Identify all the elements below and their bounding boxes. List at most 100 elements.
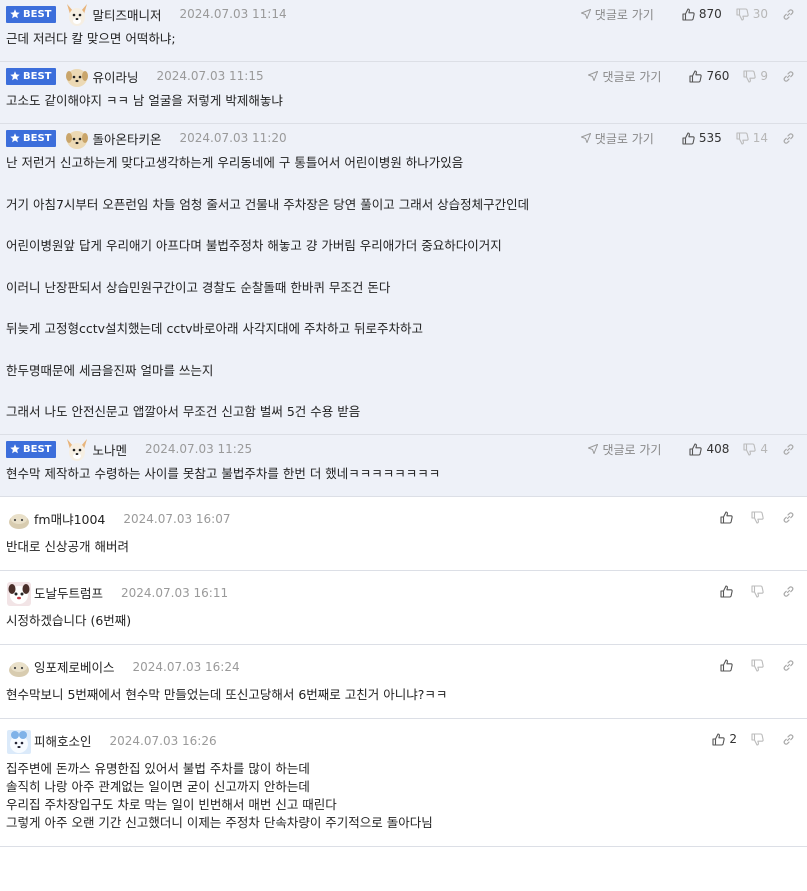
downvote-button[interactable] bbox=[751, 732, 768, 746]
star-icon bbox=[10, 9, 23, 19]
copy-link-button[interactable] bbox=[782, 585, 795, 598]
upvote-button[interactable] bbox=[720, 658, 737, 672]
copy-link-button[interactable] bbox=[782, 8, 795, 21]
upvote-button[interactable]: 535 bbox=[682, 131, 722, 145]
star-icon bbox=[10, 133, 23, 143]
author-nickname[interactable]: 돌아온타키온 bbox=[92, 129, 161, 148]
comment-date: 2024.07.03 16:26 bbox=[109, 733, 217, 748]
go-to-reply-link[interactable]: 댓글로 가기 bbox=[588, 441, 661, 458]
downvote-count: 30 bbox=[752, 7, 768, 21]
downvote-button[interactable] bbox=[751, 510, 768, 524]
upvote-button[interactable]: 760 bbox=[689, 69, 729, 83]
copy-link-button[interactable] bbox=[782, 733, 795, 746]
comment-body: 집주변에 돈까스 유명한집 있어서 불법 주차를 많이 하는데 솔직히 나랑 아주… bbox=[6, 756, 801, 846]
upvote-button[interactable]: 408 bbox=[689, 442, 729, 456]
comment: fm매냐1004 2024.07.03 16:07 반대로 신상공개 해버려 bbox=[0, 497, 807, 571]
comment-text-line: 고소도 같이해야지 ㅋㅋ 남 얼굴을 저렇게 박제해놓냐 bbox=[6, 93, 283, 108]
comment-text-line: 솔직히 나랑 아주 관계없는 일이면 굳이 신고까지 안하는데 bbox=[6, 779, 310, 794]
author-nickname[interactable]: 도날두트럼프 bbox=[34, 583, 103, 602]
comment-text-line: 거기 아침7시부터 오픈런임 차들 엄청 줄서고 건물내 주차장은 당연 풀이고… bbox=[6, 196, 530, 212]
comment-header: 도날두트럼프 2024.07.03 16:11 bbox=[6, 571, 801, 608]
downvote-button[interactable]: 14 bbox=[736, 131, 768, 145]
upvote-button[interactable] bbox=[720, 510, 737, 524]
author-nickname[interactable]: 노나멘 bbox=[92, 440, 127, 459]
thumbs-up-icon bbox=[720, 658, 737, 672]
link-icon bbox=[782, 8, 795, 21]
comment-body: 근데 저러다 칼 맞으면 어떡하냐; bbox=[6, 28, 801, 61]
comment-date: 2024.07.03 11:15 bbox=[156, 69, 264, 83]
comment-body: 현수막 제작하고 수령하는 사이를 못참고 불법주차를 한번 더 했네ㅋㅋㅋㅋㅋ… bbox=[6, 463, 801, 496]
downvote-button[interactable]: 4 bbox=[743, 442, 768, 456]
go-to-reply-link[interactable]: 댓글로 가기 bbox=[580, 6, 654, 23]
downvote-button[interactable] bbox=[751, 584, 768, 598]
upvote-button[interactable]: 2 bbox=[712, 732, 737, 746]
link-icon bbox=[782, 585, 795, 598]
downvote-button[interactable]: 9 bbox=[743, 69, 768, 83]
copy-link-button[interactable] bbox=[782, 443, 795, 456]
comment-header: BEST 돌아온타키온 2024.07.03 11:20 댓글로 가기 535 14 bbox=[6, 124, 801, 152]
copy-link-button[interactable] bbox=[782, 659, 795, 672]
best-badge: BEST bbox=[6, 440, 57, 458]
upvote-count: 408 bbox=[706, 442, 730, 456]
upvote-count: 535 bbox=[698, 131, 722, 145]
comment-header: BEST 말티즈매니저 2024.07.03 11:14 댓글로 가기 870 30 bbox=[6, 0, 801, 28]
link-icon bbox=[782, 70, 795, 83]
comment-text-line: 우리집 주차장입구도 차로 막는 일이 빈번해서 매번 신고 때린다 bbox=[6, 797, 337, 812]
best-comment: BEST 돌아온타키온 2024.07.03 11:20 댓글로 가기 535 14 난 저… bbox=[0, 124, 807, 435]
author-nickname[interactable]: 피해호소인 bbox=[34, 731, 92, 750]
go-to-reply-link[interactable]: 댓글로 가기 bbox=[580, 130, 654, 147]
blob-avatar[interactable] bbox=[6, 507, 30, 531]
downvote-count: 9 bbox=[760, 69, 768, 83]
comment-body: 고소도 같이해야지 ㅋㅋ 남 얼굴을 저렇게 박제해놓냐 bbox=[6, 90, 801, 123]
go-to-reply-link[interactable]: 댓글로 가기 bbox=[588, 68, 661, 85]
author-nickname[interactable]: 유이라닝 bbox=[92, 67, 138, 86]
comment-text-line: 그렇게 아주 오랜 기간 신고했더니 이제는 주정차 단속차량이 주기적으로 돌… bbox=[6, 815, 433, 830]
comment-tools bbox=[706, 503, 795, 531]
dog-face-avatar[interactable] bbox=[6, 581, 31, 606]
thumbs-up-icon bbox=[682, 131, 699, 145]
puppy-avatar[interactable] bbox=[64, 126, 89, 150]
comment-text-line: 이러니 난장판되서 상습민원구간이고 경찰도 순찰돌때 한바퀴 무조건 돈다 bbox=[6, 279, 391, 295]
puppy-avatar[interactable] bbox=[64, 64, 89, 88]
best-badge-label: BEST bbox=[23, 70, 52, 82]
star-icon bbox=[10, 444, 23, 454]
comment-text-line: 난 저런거 신고하는게 맞다고생각하는게 우리동네에 구 통틀어서 어린이병원 … bbox=[6, 155, 464, 170]
comment-date: 2024.07.03 16:11 bbox=[121, 585, 229, 600]
go-to-reply-label: 댓글로 가기 bbox=[602, 442, 662, 457]
downvote-count: 4 bbox=[760, 442, 768, 456]
dog-avatar[interactable] bbox=[64, 2, 88, 26]
author-nickname[interactable]: 말티즈매니저 bbox=[92, 5, 161, 24]
thumbs-down-icon bbox=[751, 584, 768, 598]
author-nickname[interactable]: fm매냐1004 bbox=[34, 509, 105, 528]
thumbs-up-icon bbox=[689, 442, 706, 456]
link-icon bbox=[782, 132, 795, 145]
copy-link-button[interactable] bbox=[782, 70, 795, 83]
comment: 도날두트럼프 2024.07.03 16:11 시정하겠습니다 (6번째) bbox=[0, 571, 807, 645]
downvote-button[interactable] bbox=[751, 658, 768, 672]
copy-link-button[interactable] bbox=[782, 511, 795, 524]
comment-text-line: 그래서 나도 안전신문고 앱깔아서 무조건 신고함 벌써 5건 수용 받음 bbox=[6, 404, 361, 419]
best-badge: BEST bbox=[6, 67, 57, 85]
dog-avatar[interactable] bbox=[64, 437, 88, 461]
link-icon bbox=[782, 443, 795, 456]
best-badge-label: BEST bbox=[23, 132, 52, 144]
upvote-button[interactable] bbox=[720, 584, 737, 598]
downvote-button[interactable]: 30 bbox=[736, 7, 768, 21]
comment-tools: 댓글로 가기 760 9 bbox=[588, 62, 795, 90]
upvote-count: 2 bbox=[729, 732, 737, 746]
comment-body: 시정하겠습니다 (6번째) bbox=[6, 608, 801, 644]
copy-link-button[interactable] bbox=[782, 132, 795, 145]
best-comment: BEST 말티즈매니저 2024.07.03 11:14 댓글로 가기 870 30 근데 … bbox=[0, 0, 807, 62]
comment-header: fm매냐1004 2024.07.03 16:07 bbox=[6, 497, 801, 534]
thumbs-up-icon bbox=[720, 584, 737, 598]
author-nickname[interactable]: 잉포제로베이스 bbox=[34, 657, 115, 676]
comment-body: 현수막보니 5번째에서 현수막 만들었는데 또신고당해서 6번째로 고친거 아니… bbox=[6, 682, 801, 718]
upvote-count: 870 bbox=[698, 7, 722, 21]
upvote-button[interactable]: 870 bbox=[682, 7, 722, 21]
blob-avatar[interactable] bbox=[6, 655, 30, 679]
thumbs-down-icon bbox=[751, 510, 768, 524]
comment-text-line: 현수막보니 5번째에서 현수막 만들었는데 또신고당해서 6번째로 고친거 아니… bbox=[6, 687, 448, 702]
comment: 피해호소인 2024.07.03 16:26 2 집주변에 돈까스 유명한집 있어서 … bbox=[0, 719, 807, 847]
best-badge-label: BEST bbox=[23, 8, 52, 20]
blue-avatar[interactable] bbox=[6, 729, 31, 754]
